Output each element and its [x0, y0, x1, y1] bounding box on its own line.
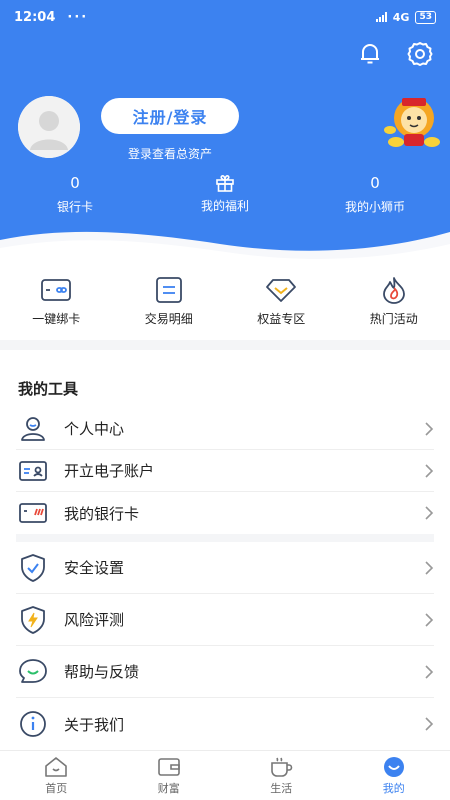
network-type: 4G: [392, 10, 410, 24]
quick-action-hot-events[interactable]: 热门活动: [338, 270, 450, 340]
login-register-button[interactable]: 注册/登录: [101, 98, 239, 134]
tool-item-label: 关于我们: [64, 715, 125, 734]
group-divider: [16, 534, 434, 542]
quick-action-transactions[interactable]: 交易明细: [113, 270, 226, 340]
chevron-right-icon: [425, 664, 434, 679]
quick-action-label: 权益专区: [257, 312, 306, 326]
tab-life[interactable]: 生活: [225, 751, 338, 800]
my-tools-section: 我的工具 个人中心 开立电子账户 我的银行卡 安全设置 风险评测 帮助与反馈 关…: [0, 350, 450, 750]
stat-lion-coins[interactable]: 0 我的小狮币: [300, 172, 450, 215]
chevron-right-icon: [425, 506, 434, 520]
quick-actions: 一键绑卡 交易明细 权益专区 热门活动: [0, 270, 450, 340]
tool-item-my-bank-cards[interactable]: 我的银行卡: [16, 492, 434, 534]
gift-icon: [216, 175, 234, 192]
header-actions: [356, 40, 434, 68]
id-card-icon: [19, 460, 47, 481]
header-wave: [0, 231, 450, 272]
quick-action-label: 交易明细: [144, 312, 193, 326]
stat-value: 0: [70, 174, 80, 192]
tool-item-risk-assessment[interactable]: 风险评测: [16, 594, 434, 646]
wallet-icon: [157, 758, 180, 776]
diamond-icon: [266, 279, 297, 302]
chevron-right-icon: [425, 717, 434, 731]
bell-icon[interactable]: [356, 40, 384, 68]
tool-item-help-feedback[interactable]: 帮助与反馈: [16, 646, 434, 698]
info-icon: [20, 711, 46, 737]
quick-action-bind-card[interactable]: 一键绑卡: [0, 270, 113, 340]
battery-icon: 53: [415, 10, 436, 24]
tool-item-label: 个人中心: [64, 420, 125, 438]
home-icon: [45, 757, 68, 777]
tab-wealth[interactable]: 财富: [113, 751, 226, 800]
stat-bank-cards[interactable]: 0 银行卡: [0, 172, 150, 215]
tool-item-personal-center[interactable]: 个人中心: [16, 408, 434, 450]
coffee-cup-icon: [271, 757, 293, 777]
header-stats: 0 银行卡 我的福利 0 我的小狮币: [0, 172, 450, 215]
tool-item-about-us[interactable]: 关于我们: [16, 698, 434, 750]
chevron-right-icon: [425, 612, 434, 627]
tool-item-label: 我的银行卡: [64, 504, 140, 523]
status-dots: ···: [67, 9, 89, 25]
transaction-list-icon: [155, 277, 182, 303]
section-title: 我的工具: [18, 380, 79, 398]
profile-icon: [383, 757, 404, 777]
shield-bolt-icon: [21, 605, 45, 634]
tool-item-label: 帮助与反馈: [64, 663, 140, 681]
tool-item-label: 开立电子账户: [64, 462, 155, 480]
gear-icon[interactable]: [406, 40, 434, 68]
signal-icon: [375, 12, 387, 22]
login-hint: 登录查看总资产: [127, 147, 212, 161]
chat-smile-icon: [19, 658, 47, 683]
chevron-right-icon: [425, 463, 434, 478]
quick-action-label: 一键绑卡: [32, 312, 81, 326]
tab-label: 我的: [382, 782, 405, 795]
stat-label: 我的福利: [200, 199, 249, 213]
bottom-nav: 首页 财富 生活 我的: [0, 750, 450, 800]
tool-item-security-settings[interactable]: 安全设置: [16, 542, 434, 594]
quick-action-benefits[interactable]: 权益专区: [225, 270, 338, 340]
flame-icon: [382, 277, 405, 304]
stat-label: 我的小狮币: [344, 200, 405, 214]
lion-mascot-icon: [384, 98, 440, 147]
card-link-icon: [41, 279, 72, 301]
tab-mine[interactable]: 我的: [338, 751, 450, 800]
quick-action-label: 热门活动: [369, 312, 418, 326]
chevron-right-icon: [425, 560, 434, 575]
status-time: 12:04: [14, 9, 56, 25]
tab-label: 财富: [157, 782, 180, 795]
stat-welfare[interactable]: 我的福利: [150, 172, 300, 215]
user-icon: [21, 416, 45, 441]
tab-home[interactable]: 首页: [0, 751, 113, 800]
tool-item-label: 安全设置: [64, 559, 125, 577]
tab-label: 生活: [270, 782, 293, 795]
tool-item-open-e-account[interactable]: 开立电子账户: [16, 450, 434, 492]
avatar[interactable]: [18, 96, 80, 158]
tool-item-label: 风险评测: [64, 611, 125, 629]
stat-label: 银行卡: [56, 200, 93, 214]
tab-label: 首页: [45, 782, 68, 795]
shield-check-icon: [21, 553, 45, 582]
bank-card-icon: [19, 503, 47, 523]
status-bar: 12:04 ··· 4G 53: [0, 0, 450, 34]
chevron-right-icon: [425, 421, 434, 436]
stat-value: 0: [370, 174, 380, 192]
avatar-placeholder-icon: [18, 96, 80, 158]
